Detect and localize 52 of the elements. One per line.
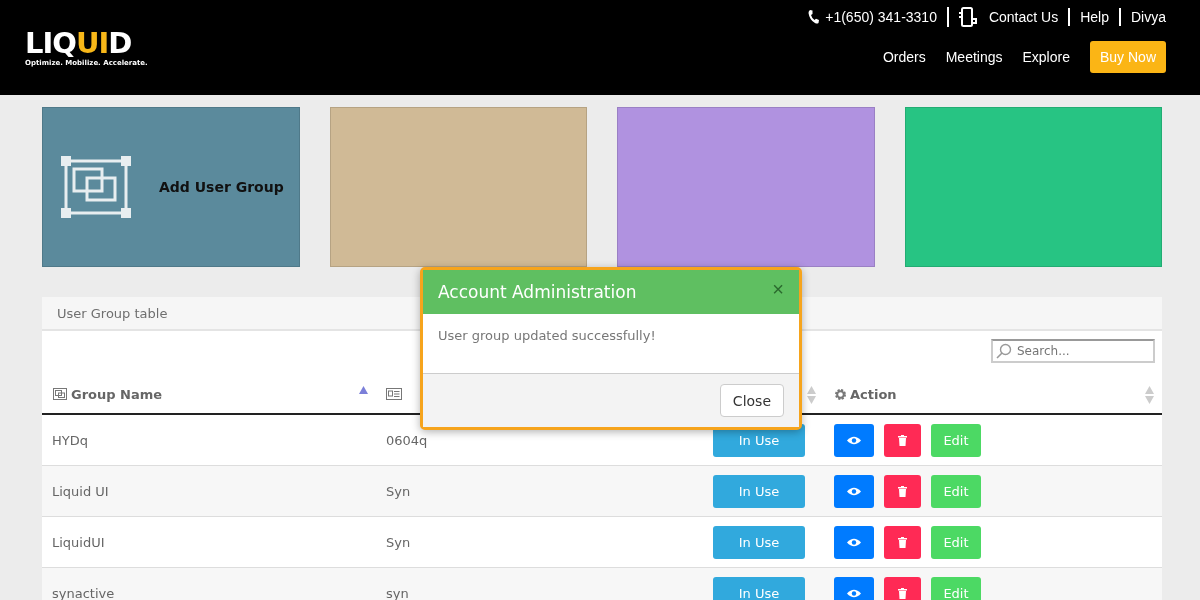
delete-button[interactable]: [884, 576, 921, 600]
group-icon: [61, 156, 131, 218]
view-button[interactable]: [834, 525, 874, 559]
phone-link[interactable]: +1(650) 341-3310: [825, 8, 937, 26]
table-cell: Syn: [386, 534, 411, 550]
close-button[interactable]: Close: [719, 384, 784, 417]
view-button[interactable]: [834, 423, 874, 457]
color-tile[interactable]: [329, 107, 587, 267]
trash-icon: [898, 587, 907, 599]
header-link[interactable]: Divya: [1131, 8, 1166, 26]
view-button[interactable]: [834, 576, 874, 600]
trash-icon: [898, 536, 907, 548]
color-tile[interactable]: [617, 107, 875, 267]
column-header[interactable]: Group Name: [71, 386, 163, 402]
sort-ascending-icon[interactable]: [359, 386, 368, 394]
table-cell: syn: [386, 585, 409, 600]
table-cell: synactive: [52, 585, 115, 600]
eye-icon: [847, 537, 861, 547]
id-card-icon: [386, 388, 402, 400]
delete-button[interactable]: [884, 423, 921, 457]
group-icon: [52, 387, 68, 401]
table-cell: Liquid UI: [52, 483, 109, 499]
view-button[interactable]: [834, 474, 874, 508]
eye-icon: [847, 435, 861, 445]
dialog-title: Account Administration: [438, 282, 637, 302]
table-cell: Syn: [386, 483, 411, 499]
nav-link[interactable]: Meetings: [945, 49, 1003, 65]
table-cell: HYDq: [52, 432, 88, 448]
close-button[interactable]: ×: [772, 277, 784, 307]
trash-icon: [898, 434, 907, 446]
panel-title: User Group table: [57, 305, 168, 321]
contact-link[interactable]: Contact Us: [988, 8, 1059, 26]
color-tile[interactable]: [904, 107, 1162, 267]
eye-icon: [847, 486, 861, 496]
add-group-tile[interactable]: Add User Group: [42, 107, 300, 267]
table-cell: LiquidUI: [52, 534, 105, 550]
delete-button[interactable]: [884, 474, 921, 508]
trash-icon: [898, 485, 907, 497]
table-cell: 0604q: [386, 432, 428, 448]
delete-button[interactable]: [884, 525, 921, 559]
nav-link[interactable]: Explore: [1022, 49, 1070, 65]
gear-icon: [834, 387, 847, 401]
phone-icon: [808, 10, 820, 24]
nav-link[interactable]: Orders: [882, 49, 926, 65]
header-link[interactable]: Help: [1080, 8, 1109, 26]
logo[interactable]: LIQUID: [25, 28, 148, 58]
dialog-message: User group updated successfully!: [438, 328, 656, 343]
search-field[interactable]: Search...: [991, 339, 1155, 363]
column-header[interactable]: Action: [850, 386, 897, 402]
tile-label: Add User Group: [159, 179, 284, 195]
mobile-phone-icon: [958, 7, 977, 27]
eye-icon: [847, 588, 861, 598]
